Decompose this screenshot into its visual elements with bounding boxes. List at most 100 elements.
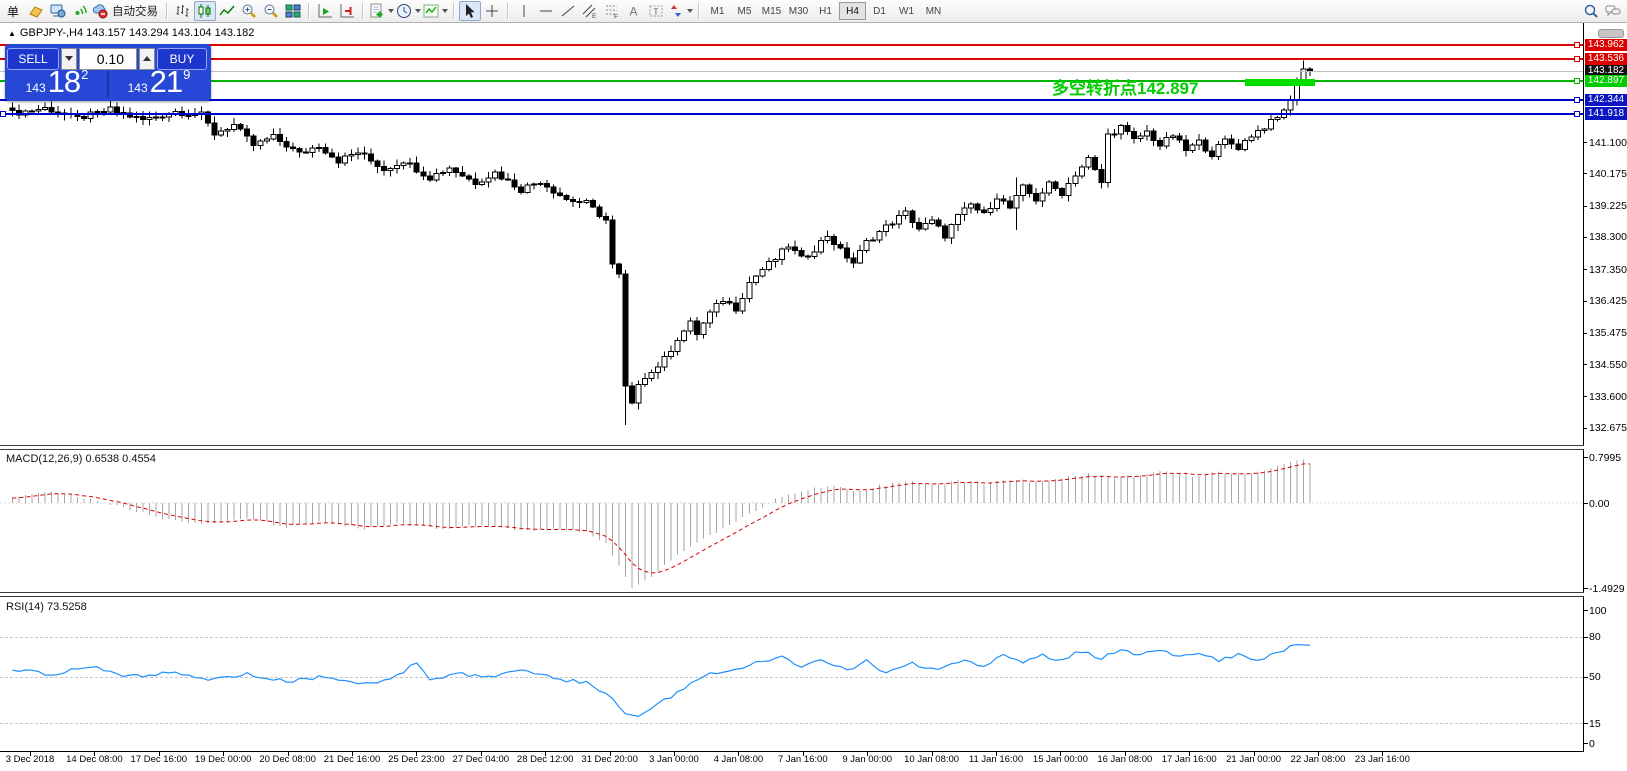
chevron-down-icon [415,9,421,13]
clock-icon [396,3,412,19]
price-tick-dash [1583,142,1587,143]
price-tick-label: 140.175 [1589,168,1627,180]
auto-scroll-button[interactable] [314,1,336,21]
rsi-tick-dash [1583,723,1588,724]
timeframe-mn[interactable]: MN [920,2,947,20]
price-tick-label: 137.350 [1589,264,1627,276]
new-chart-button[interactable] [368,1,395,21]
line-handle[interactable] [1574,42,1580,48]
history-center-button[interactable] [25,1,47,21]
line-handle[interactable] [1574,97,1580,103]
bar-chart-mode-button[interactable] [172,1,194,21]
zoom-in-button[interactable] [238,1,260,21]
price-line-143.536[interactable] [0,58,1583,60]
channel-icon: E [582,3,598,19]
signals-button[interactable] [69,1,91,21]
tile-windows-button[interactable] [282,1,304,21]
timeframe-m1[interactable]: M1 [704,2,731,20]
macd-tick-dash [1583,503,1588,504]
pane-splitter[interactable] [0,445,1584,450]
new-order-button[interactable]: 单 [3,1,25,21]
cursor-tool-button[interactable] [459,1,481,21]
price-line-143.962[interactable] [0,44,1583,46]
time-label: 22 Jan 08:00 [1291,754,1346,765]
auto-scroll-icon [317,3,333,19]
price-tick-dash [1583,237,1587,238]
terminal-window-button[interactable] [47,1,69,21]
crosshair-tool-button[interactable] [481,1,503,21]
chart-shift-button[interactable] [336,1,358,21]
rsi-tick-label: 80 [1589,631,1601,643]
timeframe-d1[interactable]: D1 [866,2,893,20]
indicators-list-button[interactable] [422,1,449,21]
price-line-143.182[interactable] [0,71,1583,72]
time-label: 15 Jan 00:00 [1033,754,1088,765]
toolbar-separator [166,3,168,19]
timeframe-h1[interactable]: H1 [812,2,839,20]
h-line-icon [538,3,554,19]
line-chart-mode-button[interactable] [216,1,238,21]
rsi-tick-label: 0 [1589,738,1595,750]
period-selector-button[interactable] [395,1,422,21]
candlestick-mode-button[interactable] [194,1,216,21]
price-line-142.344[interactable] [0,99,1583,101]
timeframe-w1[interactable]: W1 [893,2,920,20]
pivot-thick-segment[interactable] [1245,79,1315,86]
text-label-icon: T [648,3,664,19]
zoom-out-button[interactable] [260,1,282,21]
signal-icon [72,3,88,19]
timeframe-m30[interactable]: M30 [785,2,812,20]
line-handle[interactable] [1574,56,1580,62]
zoom-out-icon [263,3,279,19]
chart-scrollbar-thumb[interactable] [1598,29,1624,38]
price-line-141.918[interactable] [0,113,1583,115]
line-handle[interactable] [0,111,6,117]
autotrade-cloud-button[interactable]: 自动交易 [91,1,162,21]
tile-windows-icon [285,3,301,19]
line-handle[interactable] [1574,78,1580,84]
main-toolbar: 单 自动交易 EFA T M1M5M15M30H1H4D1W1MN [0,0,1627,23]
text-icon: A [626,3,642,19]
rsi-tick-dash [1583,610,1588,611]
time-label: 14 Dec 08:00 [66,754,123,765]
rsi-tick-label: 50 [1589,671,1601,683]
rsi-tick-dash [1583,677,1588,678]
pane-splitter[interactable] [0,592,1584,597]
new-chart-icon [369,3,385,19]
line-handle[interactable] [1574,111,1580,117]
horizontal-line-tool-button[interactable] [535,1,557,21]
toolbar-separator [507,3,509,19]
timeframe-m5[interactable]: M5 [731,2,758,20]
toolbar-right-group [1580,1,1624,21]
price-line-142.897[interactable] [0,80,1583,82]
chevron-down-icon [442,9,448,13]
triangle-down-icon [65,56,73,61]
chat-button[interactable] [1602,1,1624,21]
sell-price[interactable]: 143 18 2 [7,71,107,97]
one-click-trading-panel: SELL BUY 143 18 2 143 21 9 [5,44,211,101]
timeframe-m15[interactable]: M15 [758,2,785,20]
search-button[interactable] [1580,1,1602,21]
text-label-tool-button[interactable]: T [645,1,667,21]
price-tick-label: 141.100 [1589,137,1627,149]
trendline-tool-button[interactable] [557,1,579,21]
rsi-tick-dash [1583,637,1588,638]
timeframe-h4[interactable]: H4 [839,2,866,20]
search-icon [1583,3,1599,19]
arrows-tool-button[interactable] [667,1,694,21]
collapse-triangle-icon[interactable]: ▲ [8,29,16,38]
vertical-line-tool-button[interactable] [513,1,535,21]
text-tool-button[interactable]: A [623,1,645,21]
time-label: 17 Jan 16:00 [1162,754,1217,765]
svg-text:T: T [654,8,659,17]
pivot-annotation[interactable]: 多空转折点142.897 [1052,74,1198,99]
equidistant-channel-tool-button[interactable]: E [579,1,601,21]
fibonacci-tool-button[interactable]: F [601,1,623,21]
time-label: 3 Jan 00:00 [649,754,699,765]
time-label: 17 Dec 16:00 [131,754,188,765]
main-chart-plot[interactable] [0,23,1583,447]
macd-tick-label: 0.00 [1589,498,1609,510]
buy-price[interactable]: 143 21 9 [109,71,209,97]
macd-tick-dash [1583,457,1588,458]
buy-price-main: 21 [150,66,182,97]
